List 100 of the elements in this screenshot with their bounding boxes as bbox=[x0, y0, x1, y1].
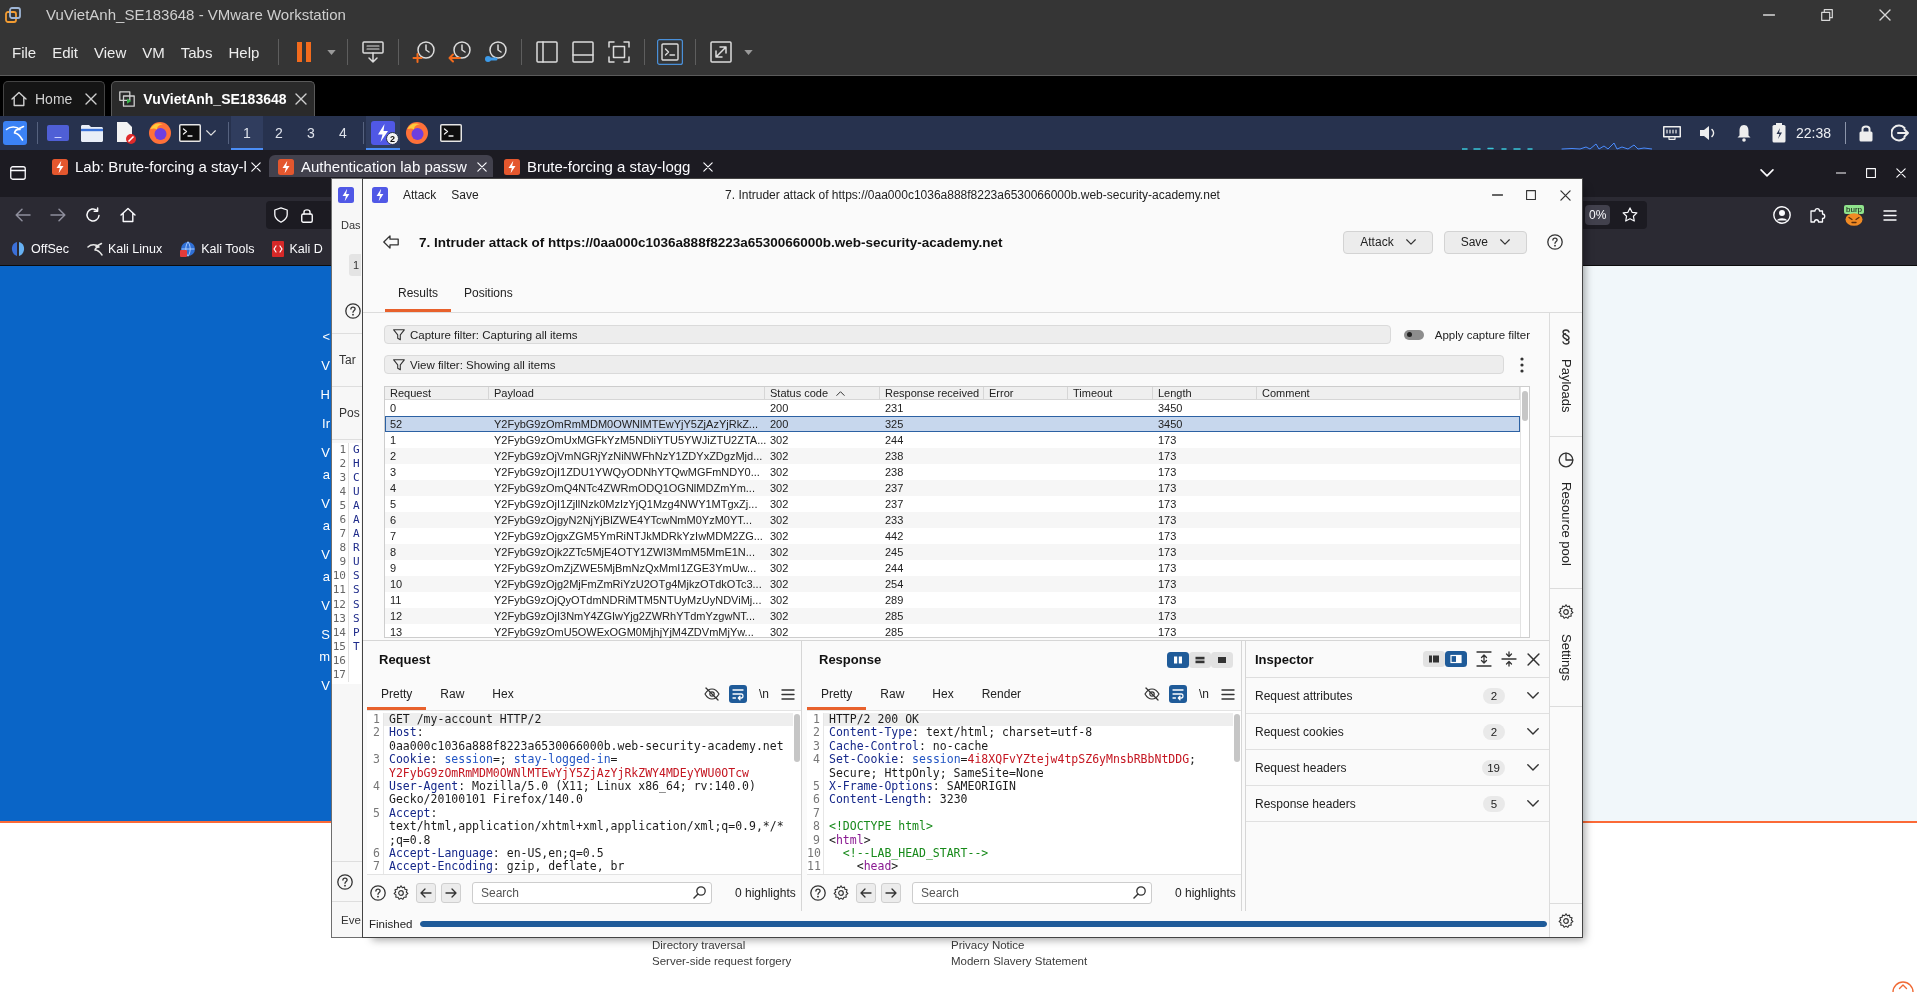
tab[interactable]: 1 bbox=[349, 254, 361, 276]
speaker-icon[interactable] bbox=[1698, 125, 1717, 141]
dropdown-button[interactable]: Save bbox=[1443, 230, 1527, 254]
table-row[interactable]: 0 200 231 3450 bbox=[385, 400, 1520, 416]
bottom-tab[interactable]: Eve bbox=[341, 913, 361, 926]
column-header[interactable]: Length bbox=[1153, 387, 1257, 399]
code-editor[interactable] bbox=[367, 710, 801, 875]
single-layout-icon[interactable] bbox=[1211, 651, 1233, 668]
workspace-button[interactable]: 1 bbox=[231, 116, 263, 150]
menu-item[interactable]: VM bbox=[134, 37, 173, 67]
lock-icon[interactable] bbox=[301, 207, 313, 223]
maximize-icon[interactable] bbox=[1526, 190, 1536, 200]
column-header[interactable]: Status code bbox=[765, 387, 880, 399]
menu-icon[interactable] bbox=[781, 688, 795, 700]
table-row[interactable]: 5 Y2FybG9zOjI1ZjllNzk0MzIzYjQ1Mzg4NWY1MTgxZj... 302 237 173 bbox=[385, 496, 1520, 512]
scrollbar[interactable] bbox=[794, 714, 800, 762]
inspector-section[interactable]: Request attributes 2 bbox=[1246, 678, 1549, 714]
caret-icon[interactable] bbox=[326, 49, 336, 55]
collapse-all-icon[interactable] bbox=[1501, 651, 1517, 667]
eye-off-icon[interactable] bbox=[1144, 687, 1160, 701]
chevron-down-icon[interactable] bbox=[1500, 239, 1510, 245]
sort-caret-icon[interactable] bbox=[836, 390, 846, 396]
table-row[interactable]: 4 Y2FybG9zOmQ4NTc4ZWRmODQ1OGNlMDZmYm... 302 237 173 bbox=[385, 480, 1520, 496]
document-icon[interactable] bbox=[116, 122, 136, 144]
workspace-button[interactable]: 4 bbox=[327, 116, 359, 150]
clock-arrow-icon[interactable] bbox=[447, 39, 474, 65]
table-row[interactable]: 13 Y2FybG9zOmU5OWExOGM0MjhjYjM4ZDVmMjYw... 302 285 173 bbox=[385, 624, 1520, 640]
tab[interactable]: Home bbox=[3, 81, 106, 116]
more-options-icon[interactable] bbox=[1520, 356, 1524, 373]
browser-tab[interactable]: Authentication lab passw bbox=[269, 155, 493, 177]
home-icon[interactable] bbox=[120, 207, 136, 223]
chevron-down-icon[interactable] bbox=[1527, 692, 1539, 699]
table-row[interactable]: 8 Y2FybG9zOjk2ZTc5MjE4OTY1ZWI3MmM5MmE1N... 302 245 173 bbox=[385, 544, 1520, 560]
forward-button[interactable] bbox=[881, 882, 901, 903]
filter-bar[interactable]: Capture filter: Capturing all items bbox=[384, 325, 1391, 344]
workspace-button[interactable]: 3 bbox=[295, 116, 327, 150]
back-button[interactable] bbox=[856, 882, 876, 903]
browser-tab[interactable]: Brute-forcing a stay-logg bbox=[495, 155, 719, 177]
menu-item[interactable]: Attack bbox=[403, 188, 437, 202]
columns-layout-icon[interactable] bbox=[1167, 651, 1189, 668]
settings-icon[interactable] bbox=[833, 884, 849, 901]
column-header[interactable]: Error bbox=[984, 387, 1068, 399]
address-bar-end[interactable]: 0% bbox=[1583, 201, 1647, 229]
clock-plus-icon[interactable] bbox=[411, 39, 438, 65]
browser-icon[interactable] bbox=[406, 122, 428, 144]
star-icon[interactable] bbox=[1622, 207, 1639, 223]
tab[interactable]: VuVietAnh_SE183648 bbox=[111, 81, 315, 116]
bookmark-link[interactable]: Kali Tools bbox=[178, 241, 257, 257]
inspector-section[interactable]: Request headers 19 bbox=[1246, 750, 1549, 786]
help-icon[interactable] bbox=[337, 873, 353, 890]
help-icon[interactable] bbox=[1547, 234, 1563, 250]
close-icon[interactable] bbox=[1527, 652, 1540, 666]
stretch-icon[interactable] bbox=[708, 39, 735, 65]
menu-icon[interactable] bbox=[1221, 688, 1235, 700]
right-panel-icon[interactable] bbox=[1445, 651, 1467, 667]
footer-link[interactable]: Modern Slavery Statement bbox=[951, 953, 1088, 969]
newline-toggle[interactable]: \n bbox=[756, 687, 772, 701]
expand-all-icon[interactable] bbox=[1476, 651, 1492, 667]
table-row[interactable]: 52 Y2FybG9zOmRmMDM0OWNlMTEwYjY5ZjAzYjRkZ... 200 325 3450 bbox=[385, 416, 1520, 432]
tab[interactable]: Hex bbox=[478, 678, 528, 710]
settings-icon[interactable] bbox=[1558, 912, 1574, 929]
menu-item[interactable]: View bbox=[86, 37, 135, 67]
bottom-panel-layout-icon[interactable] bbox=[570, 39, 597, 65]
account-icon[interactable] bbox=[1773, 206, 1791, 224]
taskbar-button[interactable]: 2 bbox=[366, 116, 400, 150]
monitor-arrow-icon[interactable] bbox=[360, 39, 387, 65]
workspace-button[interactable]: 2 bbox=[263, 116, 295, 150]
newline-toggle[interactable]: \n bbox=[1196, 687, 1212, 701]
column-header[interactable]: Payload bbox=[489, 387, 765, 399]
eye-off-icon[interactable] bbox=[704, 687, 720, 701]
menu-item[interactable]: Save bbox=[451, 188, 479, 202]
back-arrow-icon[interactable] bbox=[383, 235, 399, 249]
side-tab[interactable]: Settings bbox=[1550, 589, 1582, 707]
footer-link[interactable]: Server-side request forgery bbox=[652, 953, 792, 969]
tab[interactable]: Positions bbox=[451, 273, 526, 312]
fullscreen-icon[interactable] bbox=[606, 39, 633, 65]
settings-icon[interactable] bbox=[393, 884, 409, 901]
table-row[interactable]: 7 Y2FybG9zOjgxZGM5YmRiNTJkMDRkYzIwMDM2ZG... 302 442 173 bbox=[385, 528, 1520, 544]
bell-icon[interactable] bbox=[1735, 124, 1752, 142]
bookmark-link[interactable]: OffSec bbox=[8, 241, 71, 257]
battery-icon[interactable] bbox=[1771, 123, 1786, 143]
nav-tab[interactable]: Das bbox=[341, 219, 361, 231]
shield-icon[interactable] bbox=[274, 207, 288, 223]
circle-caret-icon[interactable] bbox=[1892, 980, 1914, 992]
bookmark-link[interactable]: Kali D bbox=[270, 241, 325, 257]
table-row[interactable]: 6 Y2FybG9zOjgyN2NjYjBlZWE4YTcwNmM0YzM0YT... 302 233 173 bbox=[385, 512, 1520, 528]
table-row[interactable]: 3 Y2FybG9zOjI1ZDU1YWQyODNhYTQwMGFmNDY0... 302 238 173 bbox=[385, 464, 1520, 480]
table-row[interactable]: 1 Y2FybG9zOmUxMGFkYzM5NDliYTU5YWJiZTU2ZTA... 302 244 173 bbox=[385, 432, 1520, 448]
sidebar-layout-icon[interactable] bbox=[534, 39, 561, 65]
scrollbar[interactable] bbox=[1234, 714, 1240, 762]
code-editor[interactable]: 1 G 2 H 3 C 4 U 5 A 6 A 7 A 8 R 9 U 10 S 11 S 12 S 13 S 14 P 15 T 16 17 bbox=[332, 443, 361, 684]
menu-item[interactable]: File bbox=[4, 37, 45, 67]
column-header[interactable]: Comment bbox=[1257, 387, 1520, 399]
close-icon[interactable] bbox=[1559, 189, 1571, 201]
column-header[interactable]: Timeout bbox=[1068, 387, 1153, 399]
table-row[interactable]: 11 Y2FybG9zOjQyOTdmNDRiMTM5NTUyMzUyNDViMj... 302 289 173 bbox=[385, 592, 1520, 608]
browser-icon[interactable] bbox=[149, 122, 171, 144]
footer-link[interactable]: Directory traversal bbox=[652, 937, 746, 953]
forward-arrow-icon[interactable] bbox=[50, 208, 66, 222]
chevron-down-icon[interactable] bbox=[1527, 800, 1539, 807]
